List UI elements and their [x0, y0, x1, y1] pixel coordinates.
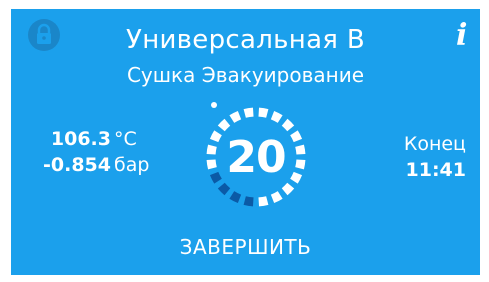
end-label: Конец: [403, 133, 466, 155]
temperature-reading: 106.3 °C: [31, 126, 149, 152]
pressure-unit: бар: [114, 154, 150, 176]
pressure-value: -0.854: [43, 154, 111, 176]
temperature-unit: °C: [114, 128, 137, 150]
phase-subtitle: Сушка Эвакуирование: [126, 63, 365, 87]
temperature-value: 106.3: [50, 128, 111, 150]
readings-panel: 106.3 °C -0.854 бар: [31, 126, 149, 178]
timer-value: 20: [226, 131, 286, 183]
device-screen: i Универсальная В Сушка Эвакуирование 10…: [11, 9, 480, 275]
pressure-reading: -0.854 бар: [31, 152, 149, 178]
end-panel: Конец 11:41: [404, 131, 466, 183]
end-time: 11:41: [405, 159, 466, 181]
program-title: Универсальная В: [126, 25, 365, 55]
finish-button[interactable]: ЗАВЕРШИТЬ: [11, 235, 480, 259]
